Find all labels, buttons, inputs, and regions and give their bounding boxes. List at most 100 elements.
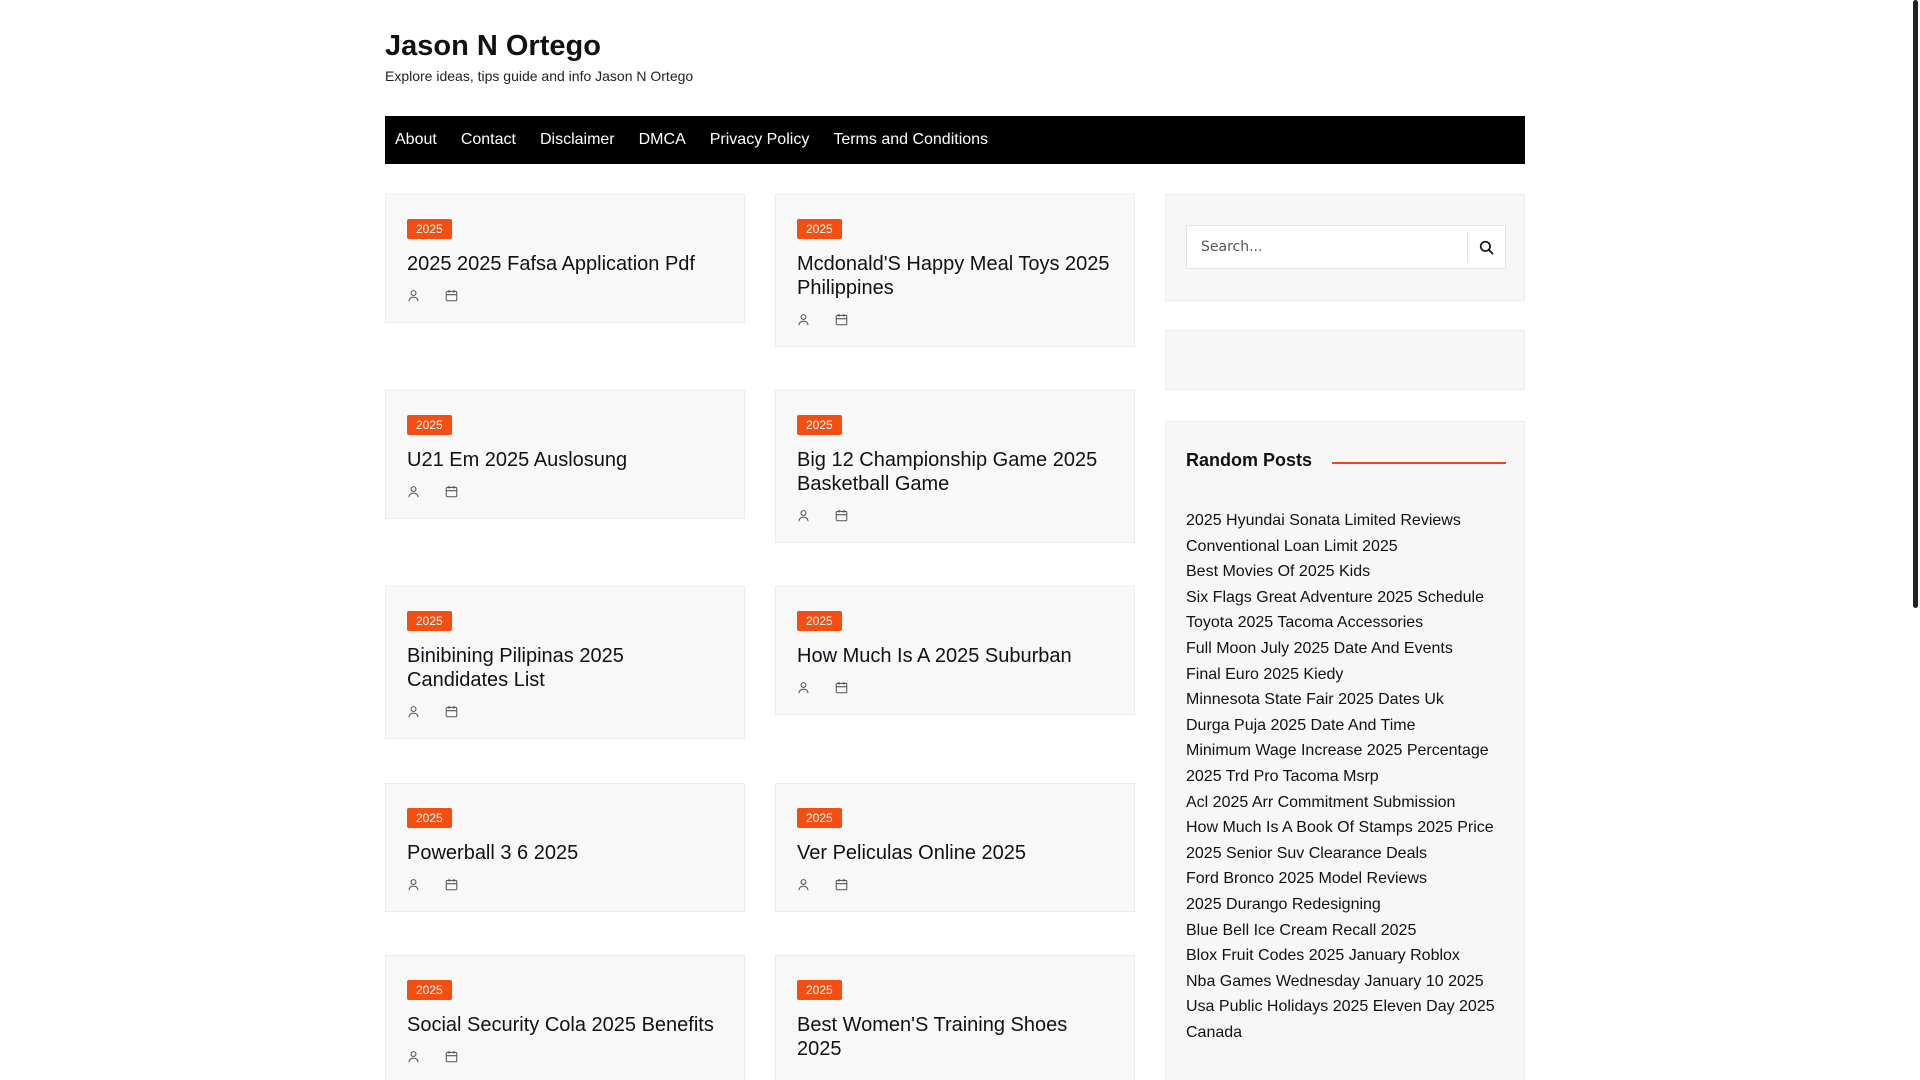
calendar-icon[interactable] [445, 289, 458, 302]
random-post-link[interactable]: Ford Bronco 2025 Model Reviews [1186, 866, 1506, 892]
user-icon[interactable] [797, 878, 810, 891]
post-card: 2025 Mcdonald'S Happy Meal Toys 2025 Phi… [775, 194, 1135, 347]
user-icon[interactable] [407, 878, 420, 891]
site-header: Jason N Ortego Explore ideas, tips guide… [385, 28, 693, 84]
random-post-link[interactable]: 2025 Trd Pro Tacoma Msrp [1186, 764, 1506, 790]
category-badge[interactable]: 2025 [407, 808, 452, 828]
search-icon [1479, 240, 1494, 254]
random-posts-title: Random Posts [1186, 450, 1313, 470]
category-badge[interactable]: 2025 [407, 219, 452, 239]
post-meta [797, 312, 1114, 326]
search-input[interactable] [1187, 226, 1467, 268]
title-underline [1332, 461, 1506, 464]
random-post-link[interactable]: Conventional Loan Limit 2025 [1186, 534, 1506, 560]
post-card: 2025 How Much Is A 2025 Suburban [775, 586, 1135, 715]
category-badge[interactable]: 2025 [407, 980, 452, 1000]
site-title[interactable]: Jason N Ortego [385, 28, 693, 64]
user-icon[interactable] [407, 1050, 420, 1063]
calendar-icon[interactable] [835, 878, 848, 891]
post-title[interactable]: Social Security Cola 2025 Benefits [407, 1013, 724, 1037]
calendar-icon[interactable] [835, 313, 848, 326]
post-meta [797, 877, 1114, 891]
nav-item-disclaimer[interactable]: Disclaimer [540, 131, 615, 149]
category-badge[interactable]: 2025 [407, 611, 452, 631]
post-title[interactable]: Mcdonald'S Happy Meal Toys 2025 Philippi… [797, 252, 1114, 300]
random-post-link[interactable]: Final Euro 2025 Kiedy [1186, 662, 1506, 688]
category-badge[interactable]: 2025 [797, 980, 842, 1000]
random-post-link[interactable]: Best Movies Of 2025 Kids [1186, 559, 1506, 585]
nav-item-contact[interactable]: Contact [461, 131, 516, 149]
post-title[interactable]: Big 12 Championship Game 2025 Basketball… [797, 448, 1114, 496]
post-title[interactable]: Best Women'S Training Shoes 2025 [797, 1013, 1114, 1061]
user-icon[interactable] [407, 705, 420, 718]
random-post-link[interactable]: Acl 2025 Arr Commitment Submission [1186, 790, 1506, 816]
post-card: 2025 Best Women'S Training Shoes 2025 [775, 955, 1135, 1080]
random-post-link[interactable]: Six Flags Great Adventure 2025 Schedule [1186, 585, 1506, 611]
random-post-link[interactable]: 2025 Durango Redesigning [1186, 892, 1506, 918]
post-title[interactable]: Powerball 3 6 2025 [407, 841, 724, 865]
scrollbar-thumb[interactable] [1913, 0, 1918, 608]
random-post-link[interactable]: Blue Bell Ice Cream Recall 2025 [1186, 918, 1506, 944]
random-post-link[interactable]: Toyota 2025 Tacoma Accessories [1186, 610, 1506, 636]
post-title[interactable]: How Much Is A 2025 Suburban [797, 644, 1114, 668]
random-post-link[interactable]: 2025 Hyundai Sonata Limited Reviews [1186, 508, 1506, 534]
random-post-link[interactable]: Blox Fruit Codes 2025 January Roblox [1186, 943, 1506, 969]
nav-item-privacy-policy[interactable]: Privacy Policy [710, 131, 810, 149]
post-card: 2025 2025 2025 Fafsa Application Pdf [385, 194, 745, 323]
random-post-link[interactable]: Durga Puja 2025 Date And Time [1186, 713, 1506, 739]
category-badge[interactable]: 2025 [797, 219, 842, 239]
random-post-link[interactable]: Nba Games Wednesday January 10 2025 [1186, 969, 1506, 995]
post-card: 2025 U21 Em 2025 Auslosung [385, 390, 745, 519]
post-card: 2025 Big 12 Championship Game 2025 Baske… [775, 390, 1135, 543]
post-title[interactable]: Binibining Pilipinas 2025 Candidates Lis… [407, 644, 724, 692]
post-title[interactable]: 2025 2025 Fafsa Application Pdf [407, 252, 724, 276]
calendar-icon[interactable] [445, 485, 458, 498]
post-meta [407, 877, 724, 891]
calendar-icon[interactable] [445, 1050, 458, 1063]
empty-widget [1165, 330, 1525, 390]
calendar-icon[interactable] [835, 509, 848, 522]
random-posts-list: 2025 Hyundai Sonata Limited Reviews Conv… [1186, 508, 1506, 1045]
category-badge[interactable]: 2025 [407, 415, 452, 435]
post-title[interactable]: U21 Em 2025 Auslosung [407, 448, 724, 472]
user-icon[interactable] [797, 509, 810, 522]
category-badge[interactable]: 2025 [797, 808, 842, 828]
user-icon[interactable] [407, 289, 420, 302]
post-card: 2025 Social Security Cola 2025 Benefits [385, 955, 745, 1080]
search-form [1186, 225, 1506, 269]
search-widget [1165, 194, 1525, 301]
user-icon[interactable] [797, 313, 810, 326]
calendar-icon[interactable] [445, 878, 458, 891]
random-post-link[interactable]: Minnesota State Fair 2025 Dates Uk [1186, 687, 1506, 713]
search-button[interactable] [1467, 232, 1505, 262]
random-posts-widget: Random Posts 2025 Hyundai Sonata Limited… [1165, 421, 1525, 1080]
random-posts-header: Random Posts [1186, 450, 1506, 471]
calendar-icon[interactable] [445, 705, 458, 718]
random-post-link[interactable]: Usa Public Holidays 2025 Eleven Day 2025… [1186, 994, 1506, 1045]
user-icon[interactable] [797, 681, 810, 694]
post-card: 2025 Powerball 3 6 2025 [385, 783, 745, 912]
nav-item-about[interactable]: About [395, 131, 437, 149]
post-meta [797, 508, 1114, 522]
category-badge[interactable]: 2025 [797, 611, 842, 631]
random-post-link[interactable]: How Much Is A Book Of Stamps 2025 Price [1186, 815, 1506, 841]
nav-item-terms[interactable]: Terms and Conditions [833, 131, 988, 149]
user-icon[interactable] [407, 485, 420, 498]
post-title[interactable]: Ver Peliculas Online 2025 [797, 841, 1114, 865]
random-post-link[interactable]: Minimum Wage Increase 2025 Percentage [1186, 738, 1506, 764]
page-scrollbar[interactable] [1911, 0, 1920, 1080]
nav-item-dmca[interactable]: DMCA [639, 131, 686, 149]
main-nav: About Contact Disclaimer DMCA Privacy Po… [385, 116, 1525, 164]
post-card: 2025 Ver Peliculas Online 2025 [775, 783, 1135, 912]
post-meta [407, 704, 724, 718]
post-card: 2025 Binibining Pilipinas 2025 Candidate… [385, 586, 745, 739]
site-description: Explore ideas, tips guide and info Jason… [385, 68, 694, 84]
post-meta [407, 484, 724, 498]
post-meta [407, 1049, 724, 1063]
random-post-link[interactable]: 2025 Senior Suv Clearance Deals [1186, 841, 1506, 867]
random-post-link[interactable]: Full Moon July 2025 Date And Events [1186, 636, 1506, 662]
calendar-icon[interactable] [835, 681, 848, 694]
category-badge[interactable]: 2025 [797, 415, 842, 435]
post-meta [797, 680, 1114, 694]
post-meta [407, 288, 724, 302]
